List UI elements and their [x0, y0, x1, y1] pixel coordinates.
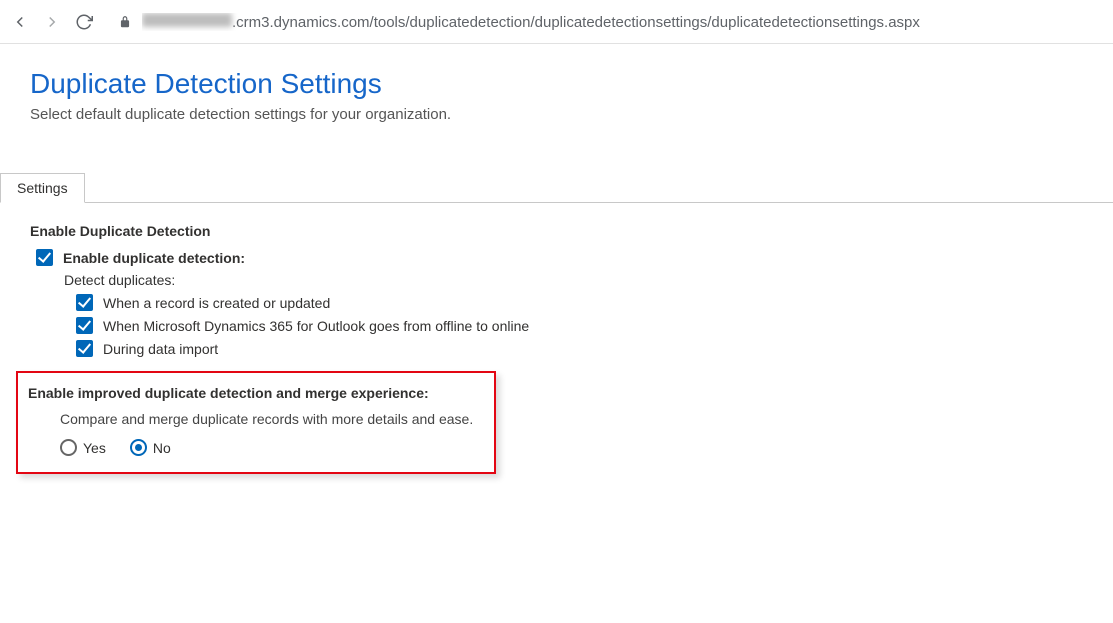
- reload-button[interactable]: [74, 12, 94, 32]
- improved-no-label: No: [153, 440, 171, 456]
- page-subtitle: Select default duplicate detection setti…: [30, 106, 1083, 123]
- back-button[interactable]: [10, 12, 30, 32]
- detect-option-row-0: When a record is created or updated: [30, 294, 1083, 311]
- detect-option-checkbox-created-updated[interactable]: [76, 294, 93, 311]
- detect-option-label-0: When a record is created or updated: [103, 295, 330, 311]
- url-subdomain-redacted: [142, 13, 232, 27]
- detect-option-label-1: When Microsoft Dynamics 365 for Outlook …: [103, 318, 529, 334]
- detect-option-checkbox-data-import[interactable]: [76, 340, 93, 357]
- improved-description: Compare and merge duplicate records with…: [28, 411, 484, 427]
- lock-icon: [118, 15, 132, 29]
- enable-duplicate-detection-checkbox[interactable]: [36, 249, 53, 266]
- improved-no-option[interactable]: No: [130, 439, 171, 456]
- detect-option-checkbox-outlook-offline-online[interactable]: [76, 317, 93, 334]
- page-content: Duplicate Detection Settings Select defa…: [0, 44, 1113, 484]
- detect-option-row-1: When Microsoft Dynamics 365 for Outlook …: [30, 317, 1083, 334]
- url-domain: .crm3.dynamics.com: [232, 14, 370, 31]
- section-enable-duplicate-detection: Enable Duplicate Detection Enable duplic…: [30, 203, 1083, 474]
- improved-radio-group: Yes No: [28, 439, 484, 456]
- improved-yes-option[interactable]: Yes: [60, 439, 106, 456]
- improved-no-radio[interactable]: [130, 439, 147, 456]
- improved-heading: Enable improved duplicate detection and …: [28, 385, 484, 401]
- url-path: /tools/duplicatedetection/duplicatedetec…: [370, 14, 920, 31]
- improved-yes-radio[interactable]: [60, 439, 77, 456]
- tabs-row: Settings: [0, 173, 1113, 203]
- enable-heading: Enable Duplicate Detection: [30, 223, 1083, 239]
- tab-settings[interactable]: Settings: [0, 173, 85, 203]
- detect-option-label-2: During data import: [103, 341, 218, 357]
- page-title: Duplicate Detection Settings: [30, 68, 1083, 100]
- forward-button[interactable]: [42, 12, 62, 32]
- detect-option-row-2: During data import: [30, 340, 1083, 357]
- url-text: .crm3.dynamics.com/tools/duplicatedetect…: [142, 13, 920, 31]
- enable-main-row: Enable duplicate detection:: [30, 249, 1083, 266]
- browser-toolbar: .crm3.dynamics.com/tools/duplicatedetect…: [0, 0, 1113, 44]
- address-bar[interactable]: .crm3.dynamics.com/tools/duplicatedetect…: [106, 7, 1103, 37]
- detect-duplicates-label: Detect duplicates:: [30, 272, 1083, 288]
- improved-experience-callout: Enable improved duplicate detection and …: [16, 371, 496, 474]
- enable-main-label: Enable duplicate detection:: [63, 250, 245, 266]
- improved-yes-label: Yes: [83, 440, 106, 456]
